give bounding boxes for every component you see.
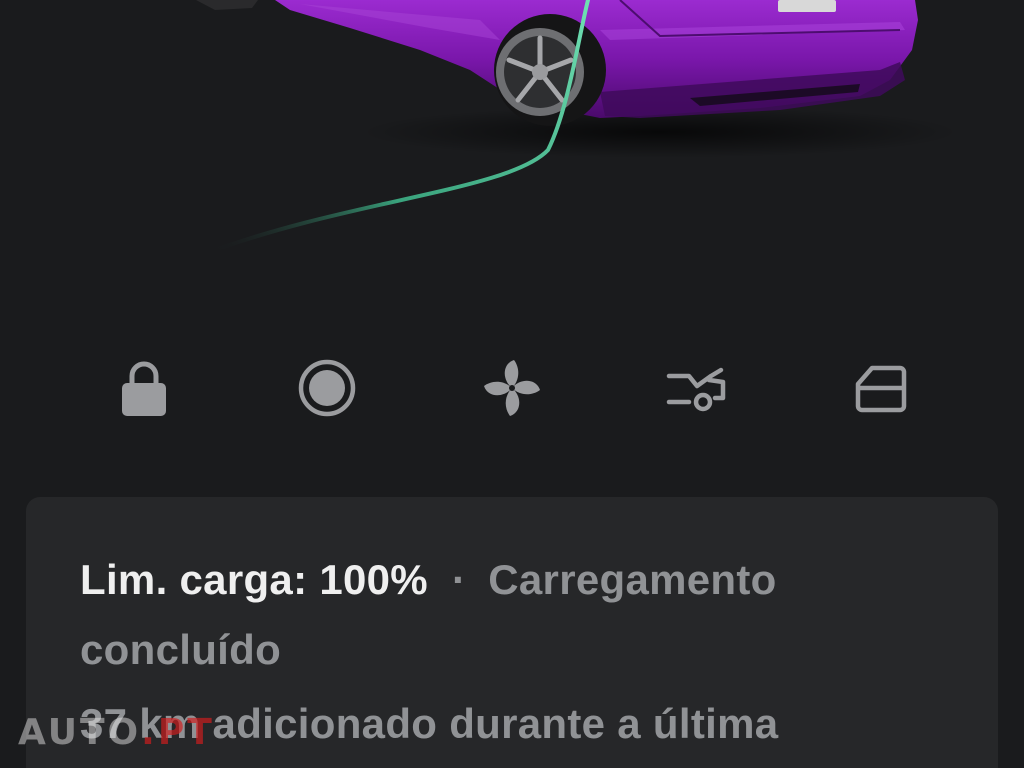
front-wheel	[196, 0, 258, 10]
frunk-button[interactable]	[844, 352, 916, 424]
charge-limit-label: Lim. carga: 100%	[80, 556, 428, 603]
trunk-button[interactable]	[660, 352, 732, 424]
range-added-text: 37 km adicionado durante a última	[80, 700, 779, 747]
charge-summary: Lim. carga: 100% · Carregamento concluído	[80, 545, 940, 685]
fan-icon	[484, 360, 540, 416]
vehicle-screen: Lim. carga: 100% · Carregamento concluído …	[0, 0, 1024, 768]
rear-wheel	[494, 14, 606, 126]
car-image	[196, 0, 960, 254]
separator-dot: ·	[451, 556, 467, 603]
lock-button[interactable]	[108, 352, 180, 424]
record-circle-icon	[298, 359, 356, 417]
fan-button[interactable]	[476, 352, 548, 424]
frunk-icon	[855, 365, 907, 413]
lock-icon	[122, 361, 166, 416]
trunk-open-icon	[666, 367, 726, 412]
quick-controls	[0, 352, 1024, 424]
climate-button[interactable]	[291, 352, 363, 424]
charge-status-card[interactable]: Lim. carga: 100% · Carregamento concluído …	[26, 497, 998, 768]
